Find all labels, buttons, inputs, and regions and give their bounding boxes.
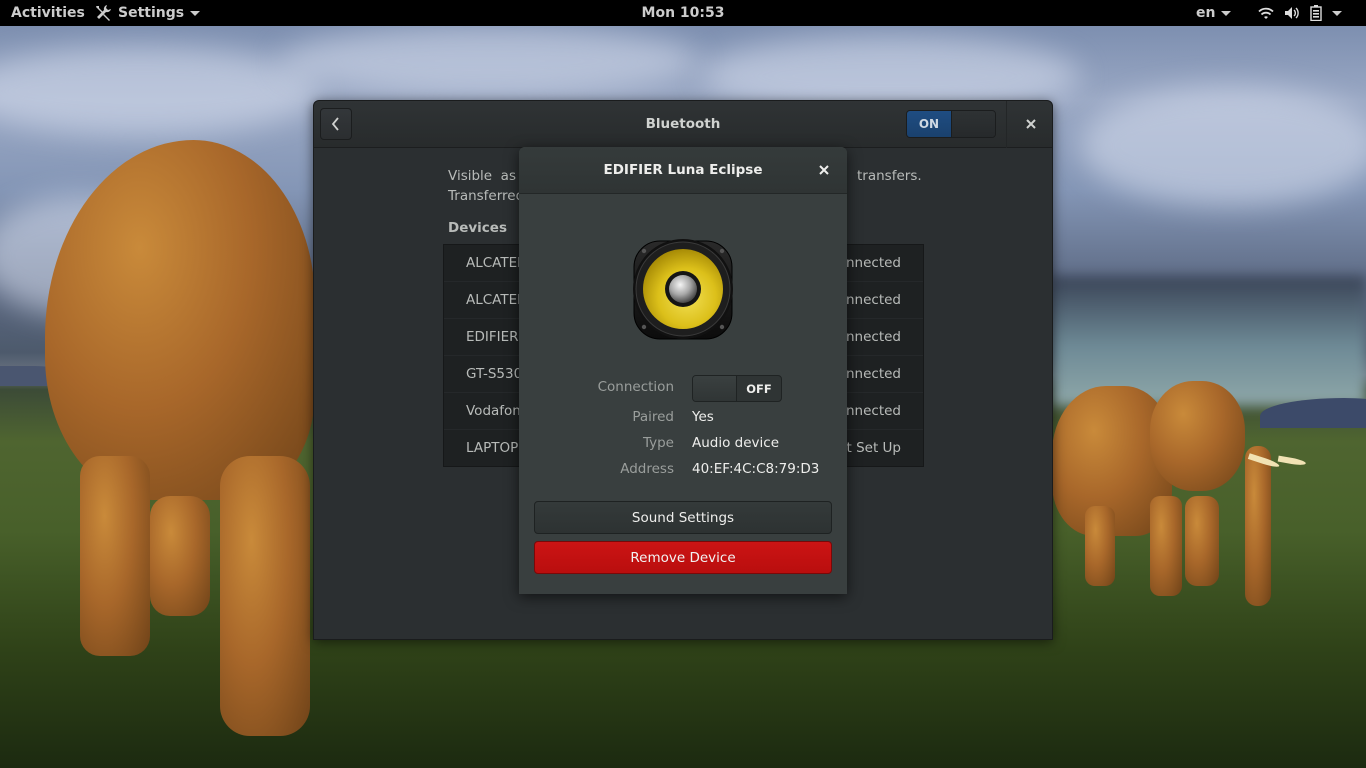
wallpaper-elephant — [45, 140, 315, 500]
wallpaper-elephant-leg — [80, 456, 150, 656]
remove-device-label: Remove Device — [630, 549, 736, 566]
chevron-down-icon — [1332, 10, 1342, 16]
dialog-close-button[interactable] — [813, 159, 835, 181]
sound-settings-label: Sound Settings — [631, 509, 735, 526]
wallpaper-elephant-trunk — [1245, 446, 1271, 606]
connection-toggle-label: OFF — [746, 381, 772, 396]
bluetooth-toggle[interactable]: ON — [906, 110, 996, 138]
device-name: Vodafon — [466, 403, 521, 419]
wallpaper-elephant-head — [1150, 381, 1245, 491]
device-name: GT-S530 — [466, 366, 523, 382]
wallpaper-cloud — [1080, 86, 1366, 206]
sound-settings-button[interactable]: Sound Settings — [534, 501, 832, 534]
chevron-down-icon — [190, 10, 201, 16]
paired-label: Paired — [632, 409, 674, 425]
volume-icon — [1284, 6, 1300, 20]
device-name: ALCATEL — [466, 292, 525, 308]
type-label: Type — [642, 435, 674, 451]
device-status: nnected — [845, 366, 901, 382]
device-status: nnected — [845, 329, 901, 345]
wallpaper-elephant-leg — [1150, 496, 1182, 596]
paired-value: Yes — [692, 409, 714, 425]
top-bar: Activities Settings Mon 10:53 en — [0, 0, 1366, 26]
visibility-text-line1: Visible as — [448, 168, 516, 184]
back-button[interactable] — [320, 108, 352, 140]
chevron-down-icon — [1221, 10, 1232, 16]
audio-speaker-icon — [628, 233, 738, 343]
address-label: Address — [620, 461, 674, 477]
connection-label: Connection — [597, 379, 674, 395]
device-status: t Set Up — [846, 440, 902, 456]
device-name: EDIFIER — [466, 329, 519, 345]
device-status: nnected — [845, 255, 901, 271]
wallpaper-tusk — [1277, 455, 1307, 467]
tools-icon — [94, 4, 112, 22]
device-name: ALCATEL — [466, 255, 525, 271]
type-value: Audio device — [692, 435, 780, 451]
close-icon — [819, 165, 829, 175]
activities-button[interactable]: Activities — [11, 0, 85, 26]
remove-device-button[interactable]: Remove Device — [534, 541, 832, 574]
visibility-text-line1-end: transfers. — [857, 168, 922, 184]
activities-label: Activities — [11, 5, 85, 21]
battery-icon — [1310, 5, 1322, 21]
clock[interactable]: Mon 10:53 — [642, 5, 725, 21]
app-menu-label: Settings — [118, 5, 185, 21]
devices-heading: Devices — [448, 220, 507, 236]
wifi-icon — [1258, 6, 1274, 20]
connection-toggle-knob — [693, 376, 738, 401]
clock-container: Mon 10:53 — [0, 0, 1366, 26]
wallpaper-elephant-leg — [150, 496, 210, 616]
close-icon — [1026, 119, 1036, 129]
wallpaper-elephant-leg — [1185, 496, 1219, 586]
dialog-title: EDIFIER Luna Eclipse — [603, 162, 763, 178]
input-language-label: en — [1196, 5, 1216, 21]
system-status-menu[interactable] — [1258, 0, 1342, 26]
device-status: nnected — [845, 292, 901, 308]
device-details-dialog: EDIFIER Luna Eclipse Connection OFF Pair… — [519, 147, 847, 594]
window-close-button[interactable] — [1018, 111, 1044, 137]
device-name: LAPTOP — [466, 440, 519, 456]
wallpaper-elephant-leg — [220, 456, 310, 736]
connection-toggle[interactable]: OFF — [692, 375, 782, 402]
wallpaper-cloud — [0, 46, 320, 136]
bluetooth-toggle-label: ON — [907, 111, 951, 137]
chevron-left-icon — [331, 117, 341, 131]
dialog-header: EDIFIER Luna Eclipse — [519, 147, 847, 194]
wallpaper-cloud — [280, 26, 700, 96]
device-status: nnected — [845, 403, 901, 419]
bluetooth-toggle-knob — [950, 111, 995, 137]
address-value: 40:EF:4C:C8:79:D3 — [692, 461, 820, 477]
wallpaper-elephant-leg — [1085, 506, 1115, 586]
window-header: Bluetooth ON — [314, 101, 1052, 148]
input-language-menu[interactable]: en — [1196, 0, 1232, 26]
app-menu[interactable]: Settings — [94, 0, 201, 26]
header-separator — [1006, 101, 1007, 148]
